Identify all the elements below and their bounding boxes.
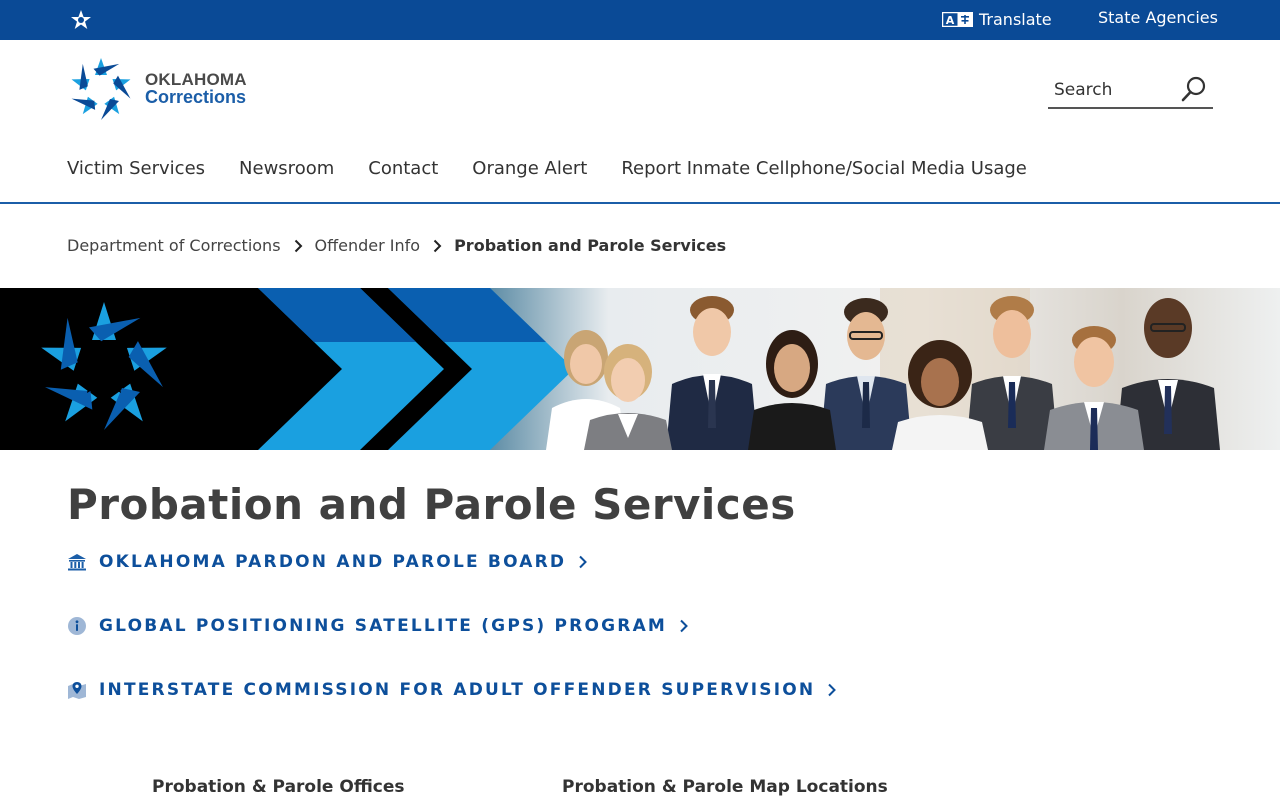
svg-text:A: A [946, 14, 955, 27]
translate-icon: A [942, 11, 973, 27]
link-label: GLOBAL POSITIONING SATELLITE (GPS) PROGR… [99, 616, 668, 636]
info-icon [68, 617, 86, 635]
breadcrumb: Department of Corrections Offender Info … [67, 236, 726, 255]
link-label: OKLAHOMA PARDON AND PAROLE BOARD [99, 552, 567, 572]
nav-item-newsroom[interactable]: Newsroom [239, 158, 334, 184]
oklahoma-star-logo [71, 58, 131, 120]
logo-line-1: OKLAHOMA [145, 69, 247, 89]
search-icon[interactable] [1181, 76, 1207, 102]
nav-item-report-inmate-cellphone[interactable]: Report Inmate Cellphone/Social Media Usa… [621, 158, 1027, 184]
link-gps-program[interactable]: GLOBAL POSITIONING SATELLITE (GPS) PROGR… [67, 616, 689, 636]
search-input[interactable] [1054, 77, 1174, 103]
courthouse-icon [68, 554, 86, 571]
map-pin-icon [68, 682, 86, 699]
nav-item-contact[interactable]: Contact [368, 158, 438, 184]
site-logo[interactable]: OKLAHOMA Corrections [69, 56, 259, 122]
chevron-right-icon [433, 239, 442, 252]
tile-probation-parole-offices[interactable]: Probation & Parole Offices [152, 777, 405, 797]
banner-graphic [0, 288, 1280, 450]
link-pardon-parole-board[interactable]: OKLAHOMA PARDON AND PAROLE BOARD [67, 552, 588, 572]
state-agencies-link[interactable]: State Agencies [1098, 8, 1218, 27]
translate-label: Translate [979, 9, 1052, 29]
translate-button[interactable]: A Translate [942, 7, 1052, 31]
search-box [1048, 72, 1213, 109]
chevron-right-icon [579, 555, 588, 569]
breadcrumb-item-current: Probation and Parole Services [454, 236, 727, 255]
chevron-right-icon [828, 683, 837, 697]
main-nav: Victim Services Newsroom Contact Orange … [67, 158, 1061, 184]
link-label: INTERSTATE COMMISSION FOR ADULT OFFENDER… [99, 680, 816, 700]
oklahoma-star-icon[interactable] [69, 9, 93, 31]
nav-item-victim-services[interactable]: Victim Services [67, 158, 205, 184]
logo-line-2: Corrections [145, 87, 247, 108]
breadcrumb-item-department[interactable]: Department of Corrections [67, 236, 281, 255]
tile-probation-parole-map-locations[interactable]: Probation & Parole Map Locations [562, 777, 888, 797]
breadcrumb-item-offender-info[interactable]: Offender Info [315, 236, 421, 255]
chevron-right-icon [294, 239, 302, 252]
hero-banner [0, 288, 1280, 450]
nav-item-orange-alert[interactable]: Orange Alert [472, 158, 587, 184]
chevron-right-icon [680, 619, 688, 633]
link-interstate-commission[interactable]: INTERSTATE COMMISSION FOR ADULT OFFENDER… [67, 680, 837, 700]
page-title: Probation and Parole Services [67, 480, 796, 529]
top-utility-bar: A Translate State Agencies [0, 0, 1280, 40]
nav-divider [0, 202, 1280, 204]
